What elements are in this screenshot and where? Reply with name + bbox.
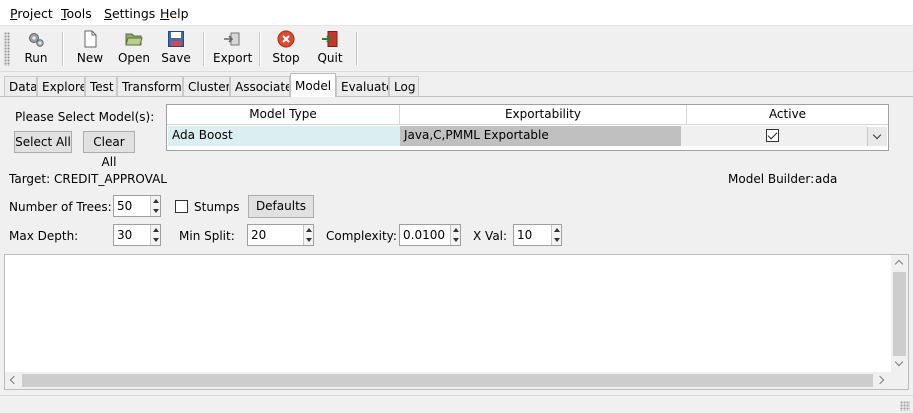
stumps-checkbox[interactable]	[175, 200, 188, 213]
status-bar	[0, 395, 913, 413]
run-button[interactable]: Run	[19, 28, 53, 70]
number-of-trees-label: Number of Trees:	[9, 200, 112, 214]
menu-help[interactable]: Help	[160, 6, 189, 21]
defaults-button[interactable]: Defaults	[248, 195, 314, 218]
model-output-textview[interactable]	[4, 254, 909, 390]
model-grid: Model Type Exportability Active Ada Boos…	[166, 104, 889, 151]
min-split-spinner[interactable]: 20	[247, 224, 314, 246]
select-models-label: Please Select Model(s):	[15, 110, 155, 124]
tab-model[interactable]: Model	[290, 73, 336, 97]
active-checkbox[interactable]	[766, 129, 779, 142]
resize-grip[interactable]	[900, 401, 910, 411]
model-builder-value: ada	[815, 172, 838, 186]
toolbar-grip[interactable]	[4, 32, 10, 66]
number-of-trees-spinner[interactable]: 50	[113, 195, 161, 217]
clear-all-button[interactable]: Clear All	[83, 131, 135, 169]
export-button[interactable]: Export	[213, 28, 252, 70]
x-val-label: X Val:	[473, 229, 508, 243]
spin-up-icon[interactable]	[306, 228, 312, 232]
spin-down-icon[interactable]	[153, 238, 159, 242]
export-icon	[224, 32, 240, 46]
grid-header-model-type[interactable]: Model Type	[167, 105, 400, 125]
spin-up-icon[interactable]	[554, 228, 560, 232]
stop-icon	[277, 30, 295, 48]
vertical-scrollbar[interactable]	[891, 255, 908, 373]
grid-cell-exportability[interactable]: Java,C,PMML Exportable	[400, 126, 681, 146]
tab-data[interactable]: Data	[4, 76, 37, 96]
quit-button[interactable]: Quit	[314, 28, 346, 70]
open-button[interactable]: Open	[117, 28, 151, 70]
tab-test[interactable]: Test	[85, 76, 117, 96]
spin-up-icon[interactable]	[153, 228, 159, 232]
save-button[interactable]: Save	[160, 28, 192, 70]
folder-open-icon	[125, 33, 143, 46]
quit-icon	[322, 31, 338, 47]
complexity-label: Complexity:	[326, 229, 397, 243]
tab-strip: Data Explore Test Transform Cluster Asso…	[0, 72, 913, 97]
spin-down-icon[interactable]	[153, 209, 159, 213]
scroll-left-icon[interactable]	[9, 375, 19, 385]
max-depth-label: Max Depth:	[9, 229, 79, 243]
tab-transform[interactable]: Transform	[117, 76, 183, 96]
model-panel: Please Select Model(s): Select All Clear…	[0, 97, 913, 413]
new-document-icon	[84, 30, 97, 48]
tab-cluster[interactable]: Cluster	[183, 76, 230, 96]
spin-down-icon[interactable]	[453, 238, 459, 242]
spin-down-icon[interactable]	[306, 238, 312, 242]
model-builder-label: Model Builder:	[728, 172, 815, 186]
gears-icon	[29, 33, 44, 47]
tab-associate[interactable]: Associate	[230, 76, 290, 96]
tab-evaluate[interactable]: Evaluate	[336, 76, 389, 96]
floppy-disk-icon	[168, 31, 184, 47]
horizontal-scroll-thumb[interactable]	[22, 374, 873, 387]
spin-up-icon[interactable]	[153, 199, 159, 203]
grid-header-active[interactable]: Active	[687, 105, 888, 125]
menu-settings[interactable]: Settings	[104, 6, 155, 21]
grid-cell-active[interactable]	[681, 126, 867, 146]
complexity-spinner[interactable]: 0.0100	[399, 224, 461, 246]
horizontal-scrollbar[interactable]	[5, 372, 891, 389]
grid-header-exportability[interactable]: Exportability	[400, 105, 687, 125]
toolbar: Run New Open Save Export Stop Quit	[0, 26, 913, 72]
spin-up-icon[interactable]	[453, 228, 459, 232]
min-split-label: Min Split:	[179, 229, 235, 243]
target-label: Target: CREDIT_APPROVAL	[9, 172, 167, 186]
grid-cell-model-type[interactable]: Ada Boost	[168, 126, 400, 146]
menu-tools[interactable]: Tools	[61, 6, 92, 21]
spin-down-icon[interactable]	[554, 238, 560, 242]
select-all-button[interactable]: Select All	[14, 131, 72, 153]
menu-bar: Project Tools Settings Help	[0, 0, 913, 26]
vertical-scroll-thumb[interactable]	[893, 272, 906, 356]
x-val-spinner[interactable]: 10	[513, 224, 562, 246]
active-dropdown-button[interactable]	[867, 127, 887, 146]
scroll-down-icon[interactable]	[894, 357, 904, 367]
menu-project[interactable]: Project	[10, 6, 53, 21]
tab-explore[interactable]: Explore	[37, 76, 85, 96]
stumps-label: Stumps	[194, 200, 240, 214]
scroll-up-icon[interactable]	[894, 259, 904, 269]
scroll-right-icon[interactable]	[875, 375, 885, 385]
max-depth-spinner[interactable]: 30	[113, 224, 161, 246]
new-button[interactable]: New	[74, 28, 106, 70]
stop-button[interactable]: Stop	[270, 28, 302, 70]
tab-log[interactable]: Log	[389, 76, 419, 96]
